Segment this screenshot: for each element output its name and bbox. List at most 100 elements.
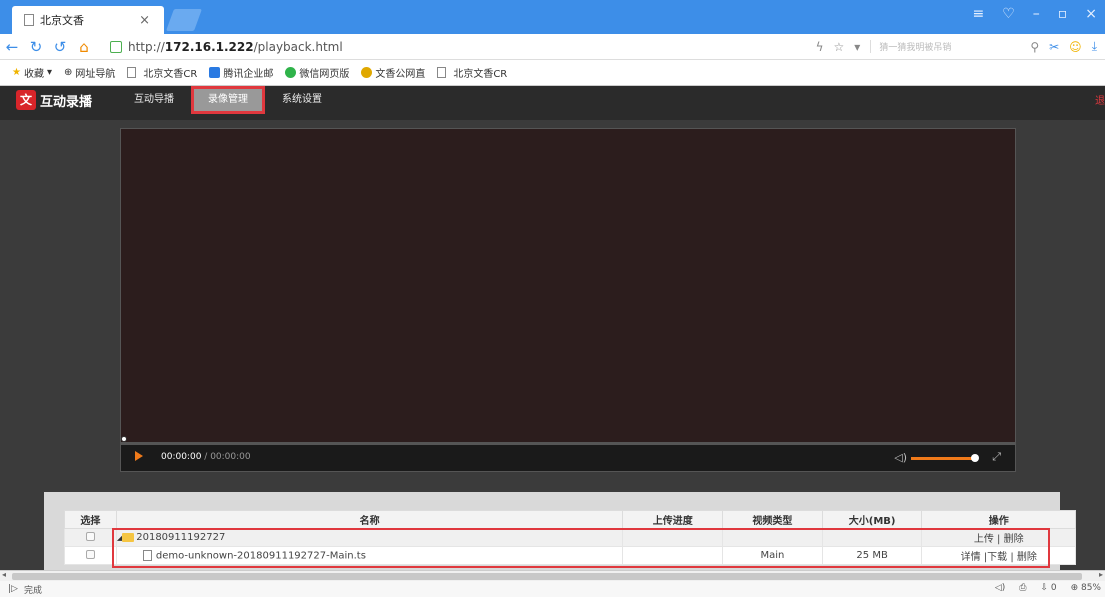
bookmark-wechat[interactable]: 微信网页版	[285, 65, 349, 80]
nav-item-live-director[interactable]: 互动导播	[120, 89, 188, 111]
play-icon[interactable]	[135, 451, 143, 461]
dropdown-icon[interactable]: ▾	[854, 40, 860, 54]
horizontal-scrollbar[interactable]: ◂ ▸	[0, 570, 1105, 581]
row-progress-cell	[622, 546, 724, 565]
table-header-row: 选择 名称 上传进度 视频类型 大小(MB) 操作	[64, 510, 1076, 529]
minimize-icon[interactable]: –	[1033, 6, 1040, 22]
new-tab-button[interactable]	[165, 9, 203, 31]
row-size-cell	[821, 528, 923, 547]
url-host: 172.16.1.222	[164, 39, 254, 54]
browser-tab[interactable]: 北京文香 ×	[12, 6, 164, 34]
progress-handle[interactable]	[121, 436, 127, 442]
chevron-down-icon: ▾	[46, 67, 52, 78]
browser-tab-bar: 北京文香 × ≡ ♡ – ▫ ×	[0, 0, 1105, 34]
undo-icon[interactable]: ↺	[48, 38, 72, 56]
skin-icon[interactable]: ♡	[1002, 6, 1015, 22]
file-icon	[142, 549, 152, 561]
row-name-cell: ◢ 20180911192727	[115, 528, 624, 547]
scroll-left-icon[interactable]: ◂	[2, 570, 6, 579]
app-logo: 文 互动录播	[16, 90, 92, 110]
status-text: 完成	[23, 585, 42, 596]
url-protocol: http://	[128, 39, 165, 54]
status-bar: |▷ 完成 ◁) ⎙ ⇩ 0 ⊕ 85%	[0, 581, 1105, 597]
window-controls: ≡ ♡ – ▫ ×	[972, 6, 1097, 22]
sidebar-toggle-icon[interactable]: |▷	[8, 584, 18, 594]
address-bar-tools: ϟ ☆ ▾ 猜一猜我明被吊销 ⚲ ✂ ☺ ⤓	[816, 39, 1097, 54]
bookmark-favorites[interactable]: ★ 收藏 ▾	[12, 65, 52, 80]
refresh-icon[interactable]: ↻	[24, 38, 48, 56]
bookmark-tencent-mail[interactable]: 腾讯企业邮	[209, 65, 273, 80]
app-header: 文 互动录播 互动导播 录像管理 系统设置 退	[0, 86, 1105, 120]
col-size: 大小(MB)	[821, 510, 923, 529]
bookmarks-bar: ★ 收藏 ▾ ⊕ 网址导航 北京文香CR 腾讯企业邮 微信网页版 文香公网直 北京文香…	[0, 60, 1105, 86]
row-checkbox[interactable]	[85, 549, 95, 559]
search-icon[interactable]: ⚲	[1030, 40, 1039, 54]
star-icon[interactable]: ☆	[834, 40, 845, 54]
status-right-tools: ◁) ⎙ ⇩ 0 ⊕ 85%	[995, 583, 1101, 593]
scissors-icon[interactable]: ✂	[1049, 40, 1059, 54]
bookmark-wenxiang-cr-2[interactable]: 北京文香CR	[437, 65, 507, 80]
home-icon[interactable]: ⌂	[72, 38, 96, 56]
back-icon[interactable]: ←	[0, 38, 24, 56]
time-separator: /	[201, 452, 211, 462]
page-icon	[127, 67, 137, 78]
star-icon: ★	[12, 67, 21, 78]
wechat-icon	[285, 67, 297, 78]
row-type-cell	[722, 528, 823, 547]
mail-icon	[209, 67, 221, 78]
url-field[interactable]: http:// 172.16.1.222 /playback.html	[110, 40, 700, 54]
row-type-cell: Main	[722, 546, 823, 565]
restore-icon[interactable]: ▫	[1058, 6, 1068, 22]
zoom-level[interactable]: ⊕ 85%	[1071, 583, 1101, 593]
page-icon	[437, 67, 447, 78]
fullscreen-icon[interactable]: ⤢	[992, 450, 1001, 464]
col-ops: 操作	[921, 510, 1076, 529]
print-icon[interactable]: ⎙	[1019, 583, 1026, 593]
nav-item-recording-management[interactable]: 录像管理	[191, 86, 265, 114]
wenxiang-icon	[361, 67, 373, 78]
volume-slider[interactable]	[911, 454, 979, 462]
sound-icon[interactable]: ◁)	[995, 583, 1005, 593]
col-name: 名称	[115, 510, 624, 529]
row-select-cell	[64, 546, 117, 565]
row-progress-cell	[622, 528, 724, 547]
main-area: 00:00:00 / 00:00:00 ◁) ⤢	[0, 120, 1105, 572]
volume-handle[interactable]	[971, 454, 979, 462]
scroll-thumb[interactable]	[12, 573, 1082, 580]
row-checkbox[interactable]	[85, 531, 95, 541]
header-right-marker[interactable]: 退	[1095, 92, 1105, 107]
col-select: 选择	[64, 510, 117, 529]
lightning-icon[interactable]: ϟ	[816, 40, 824, 54]
download-icon[interactable]: ⤓	[1092, 39, 1097, 54]
address-bar: ← ↻ ↺ ⌂ http:// 172.16.1.222 /playback.h…	[0, 34, 1105, 60]
row-ops-cell[interactable]: 详情 |下载 | 删除	[921, 546, 1076, 565]
bookmark-nav[interactable]: ⊕ 网址导航	[64, 65, 115, 80]
page-icon	[24, 14, 34, 26]
bookmark-wenxiang-cr[interactable]: 北京文香CR	[127, 65, 197, 80]
search-input[interactable]: 猜一猜我明被吊销	[870, 40, 1020, 53]
row-ops-cell[interactable]: 上传 | 删除	[921, 528, 1076, 547]
folder-icon	[122, 532, 135, 542]
globe-icon: ⊕	[64, 67, 73, 78]
tab-close-icon[interactable]: ×	[139, 13, 150, 28]
row-size-cell: 25 MB	[821, 546, 923, 565]
logo-mark: 文	[16, 90, 36, 110]
folder-name: 20180911192727	[136, 532, 226, 543]
col-type: 视频类型	[722, 510, 823, 529]
file-name: demo-unknown-20180911192727-Main.ts	[155, 550, 366, 562]
volume-icon[interactable]: ◁)	[894, 451, 907, 464]
bookmark-public[interactable]: 文香公网直	[361, 65, 425, 80]
download-count[interactable]: ⇩ 0	[1040, 583, 1056, 593]
app-nav: 互动导播 录像管理 系统设置	[120, 86, 336, 114]
video-player[interactable]: 00:00:00 / 00:00:00 ◁) ⤢	[120, 128, 1016, 472]
table-row[interactable]: ◢ 20180911192727 上传 | 删除	[64, 528, 1076, 547]
nav-item-system-settings[interactable]: 系统设置	[268, 89, 336, 111]
scroll-right-icon[interactable]: ▸	[1099, 570, 1103, 579]
progress-track[interactable]	[121, 436, 1015, 445]
emoji-icon[interactable]: ☺	[1069, 40, 1082, 54]
close-window-icon[interactable]: ×	[1085, 6, 1097, 22]
row-name-cell: demo-unknown-20180911192727-Main.ts	[115, 546, 624, 565]
col-progress: 上传进度	[622, 510, 724, 529]
table-row[interactable]: demo-unknown-20180911192727-Main.ts Main…	[64, 546, 1076, 565]
menu-icon[interactable]: ≡	[972, 6, 984, 22]
